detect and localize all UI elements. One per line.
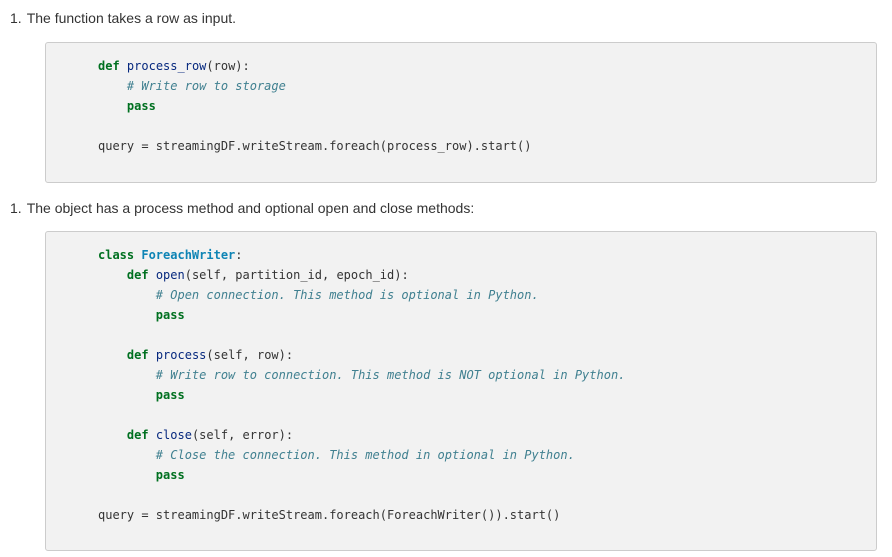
keyword-class: class — [98, 248, 135, 262]
list-item-function: 1. The function takes a row as input. — [10, 10, 236, 27]
keyword-def: def — [98, 59, 120, 73]
keyword-def: def — [126, 348, 149, 362]
method-close-comment: # Close the connection. This method in o… — [155, 448, 575, 462]
code-block-function: def process_row(row): # Write row to sto… — [45, 42, 877, 183]
method-process-comment: # Write row to connection. This method i… — [155, 368, 626, 382]
keyword-pass: pass — [155, 388, 185, 402]
function-signature: (row): — [206, 59, 250, 73]
method-open-signature: (self, partition_id, epoch_id): — [184, 268, 409, 282]
list-number: 1. — [10, 200, 22, 216]
list-text: The function takes a row as input. — [26, 10, 237, 26]
method-open-comment: # Open connection. This method is option… — [155, 288, 539, 302]
method-process-name: process — [155, 348, 207, 362]
keyword-pass: pass — [155, 468, 185, 482]
function-name: process_row — [126, 59, 207, 73]
keyword-pass: pass — [126, 99, 156, 113]
list-number: 1. — [10, 10, 22, 26]
query-line: query = streamingDF.writeStream.foreach(… — [98, 139, 532, 153]
keyword-def: def — [126, 268, 149, 282]
method-close-name: close — [155, 428, 192, 442]
method-open-name: open — [155, 268, 185, 282]
code-block-foreach-writer: class ForeachWriter: def open(self, part… — [45, 231, 877, 551]
code-comment: # Write row to storage — [126, 79, 286, 93]
keyword-def: def — [126, 428, 149, 442]
list-text: The object has a process method and opti… — [26, 200, 475, 216]
keyword-pass: pass — [155, 308, 185, 322]
query-line: query = streamingDF.writeStream.foreach(… — [98, 508, 561, 522]
class-name: ForeachWriter — [141, 248, 236, 262]
code-content: def process_row(row): # Write row to sto… — [98, 56, 531, 156]
code-content: class ForeachWriter: def open(self, part… — [98, 245, 625, 525]
method-process-signature: (self, row): — [206, 348, 294, 362]
list-item-object: 1. The object has a process method and op… — [10, 200, 474, 217]
method-close-signature: (self, error): — [191, 428, 294, 442]
class-colon: : — [235, 248, 243, 262]
